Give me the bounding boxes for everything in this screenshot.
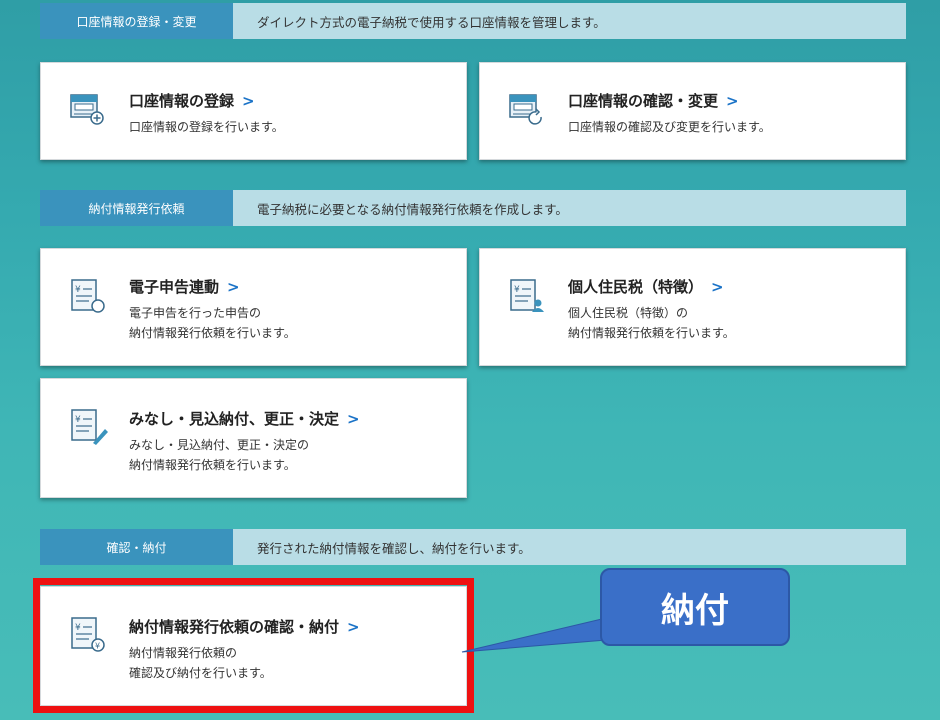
- bank-card-refresh-icon: [509, 94, 542, 125]
- section-description: 発行された納付情報を確認し、納付を行います。: [257, 540, 531, 556]
- bank-card-add-icon: [70, 94, 104, 125]
- card-description: 電子申告を行った申告の 納付情報発行依頼を行います。: [129, 303, 296, 343]
- chevron-right-icon: >: [242, 92, 255, 110]
- callout-text: 納付: [661, 590, 729, 631]
- card-title-text: 口座情報の確認・変更: [568, 92, 719, 110]
- card-description: みなし・見込納付、更正・決定の 納付情報発行依頼を行います。: [129, 435, 309, 475]
- section-description: 電子納税に必要となる納付情報発行依頼を作成します。: [257, 201, 568, 217]
- section-tag: 口座情報の登録・変更: [40, 3, 233, 39]
- section-bar-account: 口座情報の登録・変更 ダイレクト方式の電子納税で使用する口座情報を管理します。: [40, 3, 906, 39]
- card-description-line: 電子申告を行った申告の: [129, 306, 262, 320]
- card-description: 口座情報の登録を行います。: [129, 120, 284, 134]
- card-description-line: 納付情報発行依頼を行います。: [129, 326, 296, 340]
- section-bar-confirm-payment: 確認・納付 発行された納付情報を確認し、納付を行います。: [40, 529, 906, 565]
- card-title-text: みなし・見込納付、更正・決定: [129, 410, 340, 428]
- card-title[interactable]: 個人住民税（特徴） >: [568, 276, 724, 297]
- chevron-right-icon: >: [726, 92, 739, 110]
- card-description-line: 納付情報発行依頼を行います。: [129, 458, 296, 472]
- card-deemed-payment[interactable]: ¥ みなし・見込納付、更正・決定 > みなし・見込納付、更正・決定の 納付情報発行…: [40, 378, 467, 498]
- chevron-right-icon: >: [711, 278, 724, 296]
- document-yen-pen-icon: ¥: [71, 409, 108, 445]
- card-title[interactable]: 口座情報の登録 >: [129, 90, 255, 111]
- card-account-register[interactable]: 口座情報の登録 > 口座情報の登録を行います。: [40, 62, 467, 160]
- document-yen-search-icon: ¥: [71, 279, 105, 313]
- chevron-right-icon: >: [347, 410, 360, 428]
- section-tag: 納付情報発行依頼: [40, 190, 233, 226]
- card-description: 口座情報の確認及び変更を行います。: [568, 120, 771, 134]
- card-e-filing[interactable]: ¥ 電子申告連動 > 電子申告を行った申告の 納付情報発行依頼を行います。: [40, 248, 467, 366]
- card-description-line: みなし・見込納付、更正・決定の: [129, 438, 310, 452]
- card-description-line: 個人住民税（特徴）の: [568, 306, 689, 320]
- svg-text:¥: ¥: [514, 285, 520, 295]
- card-description-line: 納付情報発行依頼を行います。: [568, 326, 735, 340]
- card-title[interactable]: みなし・見込納付、更正・決定 >: [129, 408, 360, 429]
- card-title[interactable]: 電子申告連動 >: [129, 276, 240, 297]
- card-title-text: 電子申告連動: [129, 278, 220, 296]
- card-resident-tax[interactable]: ¥ 個人住民税（特徴） > 個人住民税（特徴）の 納付情報発行依頼を行います。: [479, 248, 906, 366]
- card-title-text: 口座情報の登録: [129, 92, 235, 110]
- section-bar-payment-request: 納付情報発行依頼 電子納税に必要となる納付情報発行依頼を作成します。: [40, 190, 906, 226]
- svg-text:¥: ¥: [75, 415, 81, 425]
- card-title[interactable]: 口座情報の確認・変更 >: [568, 90, 739, 111]
- document-yen-person-icon: ¥: [510, 279, 544, 312]
- section-tag: 確認・納付: [40, 529, 233, 565]
- card-account-confirm[interactable]: 口座情報の確認・変更 > 口座情報の確認及び変更を行います。: [479, 62, 906, 160]
- section-description: ダイレクト方式の電子納税で使用する口座情報を管理します。: [257, 14, 606, 30]
- callout-bubble: 納付: [600, 568, 790, 646]
- card-title-text: 個人住民税（特徴）: [568, 278, 704, 296]
- card-description: 個人住民税（特徴）の 納付情報発行依頼を行います。: [568, 303, 735, 343]
- chevron-right-icon: >: [227, 278, 240, 296]
- svg-text:¥: ¥: [75, 285, 81, 295]
- highlight-box: [33, 578, 474, 713]
